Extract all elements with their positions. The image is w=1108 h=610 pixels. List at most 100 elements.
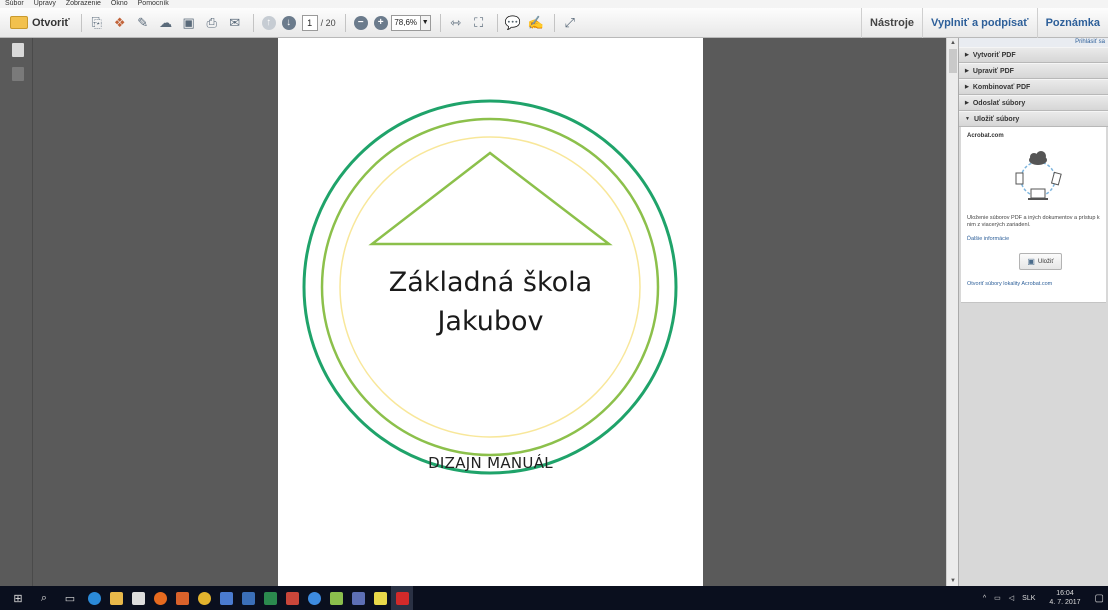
section-label: Upraviť PDF xyxy=(972,67,1014,75)
create-pdf-icon[interactable]: ⎘ xyxy=(87,13,107,33)
toolbar-separator xyxy=(344,13,346,32)
roof-triangle xyxy=(368,151,613,246)
tray-chevron-icon[interactable]: ^ xyxy=(983,595,986,602)
firefox-icon[interactable] xyxy=(149,586,171,610)
tab-tools[interactable]: Nástroje xyxy=(861,8,922,38)
menu-bar: Súbor Úpravy Zobrazenie Okno Pomocník xyxy=(0,0,1108,8)
app-icon-blue-2[interactable] xyxy=(237,586,259,610)
more-info-link[interactable]: Ďalšie informácie xyxy=(967,236,1009,242)
app-icon-media[interactable] xyxy=(347,586,369,610)
zoom-out-icon[interactable]: − xyxy=(353,15,368,30)
app-icon-blue[interactable] xyxy=(215,586,237,610)
store-icon[interactable] xyxy=(127,586,149,610)
edge-icon[interactable] xyxy=(83,586,105,610)
app-icon-lightning[interactable] xyxy=(303,586,325,610)
right-tabs: Nástroje Vyplniť a podpísať Poznámka xyxy=(861,8,1108,38)
open-acrobat-files-link[interactable]: Otvoriť súbory lokality Acrobat.com xyxy=(967,281,1052,287)
section-label: Vytvoriť PDF xyxy=(972,51,1016,59)
expand-triangle-icon: ▶ xyxy=(965,68,969,74)
school-name-line1: Základná škola xyxy=(388,267,593,298)
page-total: / 20 xyxy=(320,17,336,28)
save-icon[interactable]: ▣ xyxy=(179,13,199,33)
toolbar-separator xyxy=(252,13,254,32)
acrobat-com-box: Acrobat.com Uloženie súborov PDF a iných… xyxy=(961,127,1106,303)
file-explorer-icon[interactable] xyxy=(105,586,127,610)
acrobat-title: Acrobat.com xyxy=(967,133,1004,139)
expand-triangle-icon: ▶ xyxy=(965,100,969,106)
open-button[interactable]: Otvoriť xyxy=(8,12,76,34)
comment-icon[interactable]: 💬 xyxy=(503,13,523,33)
app-icon-red[interactable] xyxy=(281,586,303,610)
section-combine-pdf[interactable]: ▶ Kombinovať PDF xyxy=(959,79,1108,95)
section-create-pdf[interactable]: ▶ Vytvoriť PDF xyxy=(959,47,1108,63)
toolbar-separator xyxy=(439,13,441,32)
zoom-dropdown-icon[interactable]: ▼ xyxy=(420,14,431,31)
fit-page-icon[interactable]: ⛶ xyxy=(469,13,489,33)
save-icon: ▣ xyxy=(1027,257,1035,266)
notifications-icon[interactable]: ▢ xyxy=(1095,593,1104,604)
combine-icon[interactable]: ❖ xyxy=(110,13,130,33)
highlight-icon[interactable]: ✍ xyxy=(526,13,546,33)
pdf-page: Základná škola Jakubov DIZAJN MANUÁL xyxy=(278,38,703,586)
attachments-icon[interactable] xyxy=(12,67,24,81)
menu-edit[interactable]: Úpravy xyxy=(29,0,61,8)
menu-view[interactable]: Zobrazenie xyxy=(61,0,106,8)
tab-fill-sign[interactable]: Vyplniť a podpísať xyxy=(922,8,1037,38)
clock-time: 16:04 xyxy=(1056,590,1074,597)
expand-triangle-icon: ▶ xyxy=(965,84,969,90)
folder-icon xyxy=(10,16,28,29)
school-name-line2: Jakubov xyxy=(437,306,544,337)
menu-window[interactable]: Okno xyxy=(106,0,133,8)
app-icon-orange[interactable] xyxy=(171,586,193,610)
windows-taskbar: ⊞ ⌕ ▭ ^ ▭ ◁ SLK 16:04 4. 7. 2017 ▢ xyxy=(0,586,1108,610)
print-icon[interactable]: ⎙ xyxy=(202,13,222,33)
pages-thumbnail-icon[interactable] xyxy=(12,43,24,57)
toolbar-separator xyxy=(553,13,555,32)
chrome-icon[interactable] xyxy=(193,586,215,610)
section-save-files[interactable]: ▼ Uložiť súbory xyxy=(959,111,1108,127)
page-number-input[interactable]: 1 xyxy=(301,14,318,31)
fit-width-icon[interactable]: ⇿ xyxy=(446,13,466,33)
network-icon[interactable]: ▭ xyxy=(994,594,1001,602)
acrobat-icon[interactable] xyxy=(391,586,413,610)
section-send-files[interactable]: ▶ Odoslať súbory xyxy=(959,95,1108,111)
app-icon-notes[interactable] xyxy=(369,586,391,610)
cloud-icon[interactable]: ☁ xyxy=(156,13,176,33)
previous-page-icon[interactable]: ↑ xyxy=(261,15,276,30)
save-button[interactable]: ▣ Uložiť xyxy=(1019,253,1062,270)
search-icon[interactable]: ⌕ xyxy=(36,590,52,606)
section-label: Odoslať súbory xyxy=(972,99,1026,107)
windows-start-icon[interactable]: ⊞ xyxy=(10,590,26,606)
collapse-triangle-icon: ▼ xyxy=(965,116,970,122)
next-page-icon[interactable]: ↓ xyxy=(281,15,296,30)
vertical-scrollbar[interactable]: ▲ ▼ xyxy=(946,38,958,586)
edit-icon[interactable]: ✎ xyxy=(133,13,153,33)
scroll-thumb[interactable] xyxy=(949,49,957,73)
app-icon-music[interactable] xyxy=(325,586,347,610)
menu-help[interactable]: Pomocník xyxy=(133,0,174,8)
excel-icon[interactable] xyxy=(259,586,281,610)
language-indicator[interactable]: SLK xyxy=(1022,595,1035,602)
email-icon[interactable]: ✉ xyxy=(225,13,245,33)
fullscreen-icon[interactable]: ⤢ xyxy=(560,13,580,33)
tab-comment[interactable]: Poznámka xyxy=(1036,8,1108,38)
document-area[interactable]: Základná škola Jakubov DIZAJN MANUÁL xyxy=(33,38,946,586)
task-view-icon[interactable]: ▭ xyxy=(62,590,78,606)
open-button-label: Otvoriť xyxy=(32,16,70,29)
clock[interactable]: 16:04 4. 7. 2017 xyxy=(1045,589,1084,607)
sign-in-link[interactable]: Prihlásiť sa xyxy=(959,38,1108,47)
left-nav-pane xyxy=(0,38,33,586)
system-tray: ^ ▭ ◁ SLK 16:04 4. 7. 2017 ▢ xyxy=(979,586,1108,610)
toolbar-separator xyxy=(496,13,498,32)
volume-icon[interactable]: ◁ xyxy=(1009,594,1014,602)
toolbar-separator xyxy=(80,13,82,32)
toolbar: Otvoriť ⎘ ❖ ✎ ☁ ▣ ⎙ ✉ ↑ ↓ 1 / 20 − + 78,… xyxy=(0,8,1108,38)
tasks-panel: Prihlásiť sa ▶ Vytvoriť PDF ▶ Upraviť PD… xyxy=(958,38,1108,586)
section-edit-pdf[interactable]: ▶ Upraviť PDF xyxy=(959,63,1108,79)
zoom-input[interactable]: 78,6% xyxy=(390,14,421,31)
save-button-label: Uložiť xyxy=(1037,258,1054,265)
section-label: Uložiť súbory xyxy=(973,115,1020,123)
menu-file[interactable]: Súbor xyxy=(0,0,29,8)
section-label: Kombinovať PDF xyxy=(972,83,1031,91)
zoom-in-icon[interactable]: + xyxy=(373,15,388,30)
